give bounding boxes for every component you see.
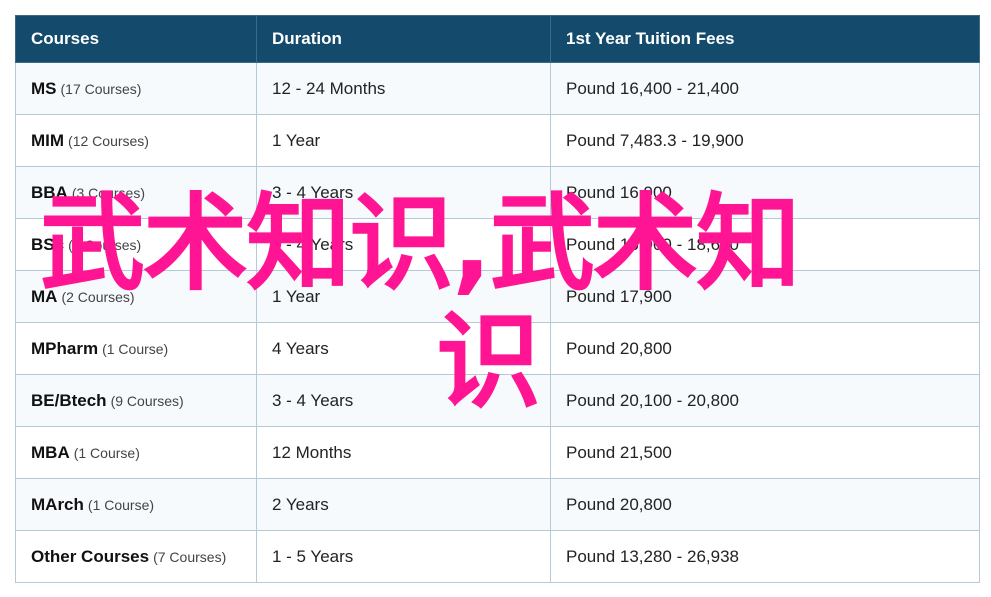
course-cell: MA (2 Courses): [15, 270, 257, 323]
course-name: BSc: [31, 234, 65, 254]
tuition-fee-cell: Pound 16,900 - 18,600: [550, 218, 980, 271]
table-row: MBA (1 Course) 12 Months Pound 21,500: [15, 426, 980, 479]
course-cell: BE/Btech (9 Courses): [15, 374, 257, 427]
duration-cell: 3 - 4 Years: [256, 374, 551, 427]
tuition-fee-cell: Pound 16,400 - 21,400: [550, 62, 980, 115]
table-row: BBA (3 Courses) 3 - 4 Years Pound 16,900: [15, 166, 980, 219]
course-name: BE/Btech: [31, 390, 107, 410]
course-count: (9 Courses): [110, 392, 184, 409]
course-cell: MArch (1 Course): [15, 478, 257, 531]
course-count: (7 Courses): [153, 548, 227, 565]
tuition-fee-cell: Pound 20,800: [550, 478, 980, 531]
course-name: MA: [31, 286, 58, 306]
tuition-fee-cell: Pound 21,500: [550, 426, 980, 479]
course-count: (1 Course): [87, 496, 155, 513]
tuition-fee-cell: Pound 13,280 - 26,938: [550, 530, 980, 583]
table-row: MS (17 Courses) 12 - 24 Months Pound 16,400…: [15, 62, 980, 115]
duration-cell: 1 - 5 Years: [256, 530, 551, 583]
table-row: MIM (12 Courses) 1 Year Pound 7,483.3 - 19,…: [15, 114, 980, 167]
course-count: (17 Courses): [60, 80, 142, 97]
tuition-fee-cell: Pound 17,900: [550, 270, 980, 323]
course-cell: MPharm (1 Course): [15, 322, 257, 375]
course-name: MPharm: [31, 338, 99, 358]
course-name: MIM: [31, 130, 65, 150]
header-courses: Courses: [15, 15, 257, 63]
course-cell: MBA (1 Course): [15, 426, 257, 479]
table-header-row: Courses Duration 1st Year Tuition Fees: [15, 15, 980, 63]
table-row: Other Courses (7 Courses) 1 - 5 Years Pound…: [15, 530, 980, 583]
duration-cell: 3 - 4 Years: [256, 218, 551, 271]
course-count: (5 Courses): [68, 236, 142, 253]
course-name: Other Courses: [31, 546, 150, 566]
tuition-fee-cell: Pound 16,900: [550, 166, 980, 219]
header-duration: Duration: [256, 15, 551, 63]
tuition-fee-cell: Pound 20,100 - 20,800: [550, 374, 980, 427]
table-row: MPharm (1 Course) 4 Years Pound 20,800: [15, 322, 980, 375]
course-count: (2 Courses): [61, 288, 135, 305]
course-cell: MS (17 Courses): [15, 62, 257, 115]
course-count: (1 Course): [102, 340, 169, 357]
course-count: (3 Courses): [71, 184, 145, 201]
course-cell: BBA (3 Courses): [15, 166, 257, 219]
course-name: MArch: [31, 494, 84, 514]
course-name: BBA: [31, 182, 68, 202]
duration-cell: 12 - 24 Months: [256, 62, 551, 115]
course-cell: BSc (5 Courses): [15, 218, 257, 271]
course-name: MS: [31, 78, 57, 98]
tuition-fee-cell: Pound 7,483.3 - 19,900: [550, 114, 980, 167]
course-name: MBA: [31, 442, 70, 462]
header-tuition-fees: 1st Year Tuition Fees: [550, 15, 980, 63]
tuition-fees-table: Courses Duration 1st Year Tuition Fees M…: [15, 15, 980, 583]
tuition-fee-cell: Pound 20,800: [550, 322, 980, 375]
duration-cell: 3 - 4 Years: [256, 166, 551, 219]
course-count: (1 Course): [73, 444, 140, 461]
course-cell: Other Courses (7 Courses): [15, 530, 257, 583]
duration-cell: 1 Year: [256, 270, 551, 323]
table-row: BE/Btech (9 Courses) 3 - 4 Years Pound 20,1…: [15, 374, 980, 427]
table-row: BSc (5 Courses) 3 - 4 Years Pound 16,900 - …: [15, 218, 980, 271]
course-count: (12 Courses): [68, 132, 149, 149]
duration-cell: 4 Years: [256, 322, 551, 375]
duration-cell: 12 Months: [256, 426, 551, 479]
duration-cell: 1 Year: [256, 114, 551, 167]
course-cell: MIM (12 Courses): [15, 114, 257, 167]
duration-cell: 2 Years: [256, 478, 551, 531]
table-row: MA (2 Courses) 1 Year Pound 17,900: [15, 270, 980, 323]
table-row: MArch (1 Course) 2 Years Pound 20,800: [15, 478, 980, 531]
